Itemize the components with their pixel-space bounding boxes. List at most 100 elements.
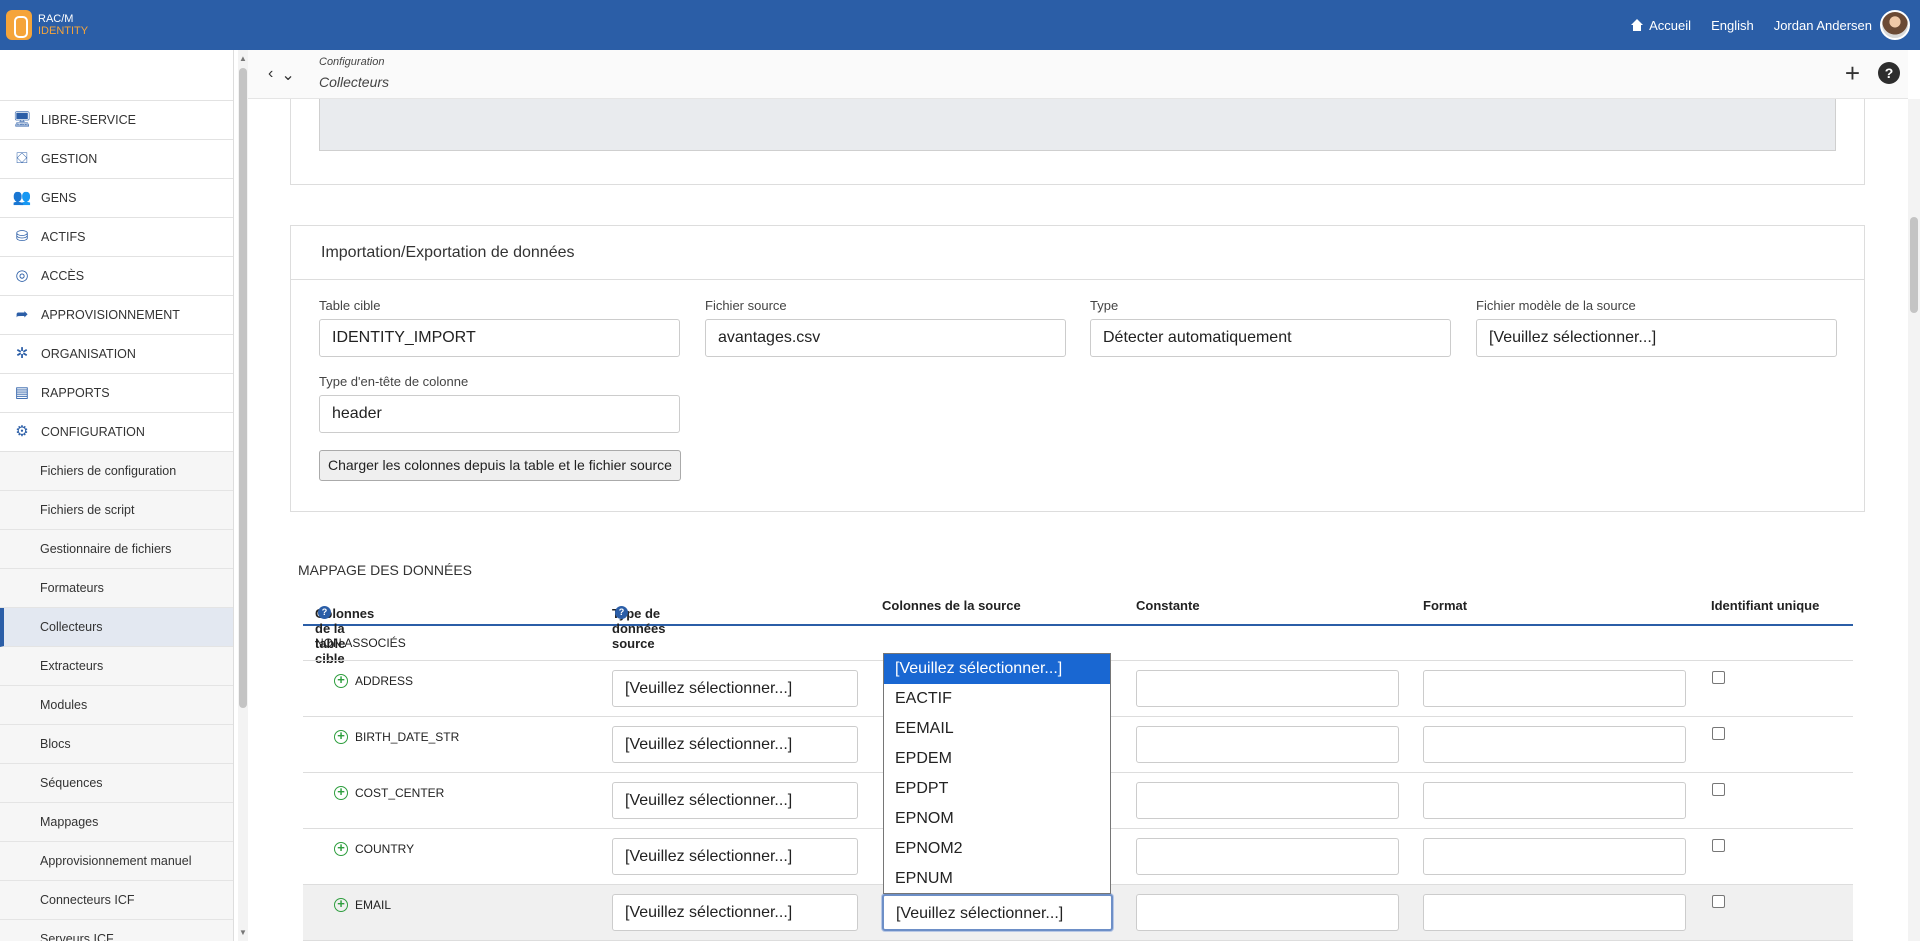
- sidebar-item-label: ORGANISATION: [41, 347, 136, 361]
- header-source-columns: Colonnes de la source: [882, 598, 1021, 613]
- add-circle-icon[interactable]: +: [334, 729, 348, 744]
- sidebar-subitem-fichiers-script[interactable]: Fichiers de script: [0, 491, 233, 530]
- source-type-select[interactable]: [Veuillez sélectionner...]: [612, 838, 858, 875]
- dropdown-option[interactable]: EEMAIL: [884, 714, 1110, 744]
- type-label: Type: [1090, 298, 1119, 313]
- format-input[interactable]: [1423, 726, 1686, 763]
- source-type-select[interactable]: [Veuillez sélectionner...]: [612, 726, 858, 763]
- dropdown-option[interactable]: EPNUM: [884, 864, 1110, 894]
- dropdown-option[interactable]: EACTIF: [884, 684, 1110, 714]
- user-menu[interactable]: Jordan Andersen: [1774, 10, 1920, 40]
- page-title: Collecteurs: [319, 74, 390, 90]
- add-circle-icon[interactable]: +: [334, 897, 348, 912]
- fingerprint-icon: ◎: [15, 267, 29, 284]
- toolbox-icon: ⛋: [16, 150, 28, 167]
- scroll-down-icon[interactable]: ▼: [239, 928, 247, 937]
- sidebar-scroll-thumb[interactable]: [239, 68, 247, 708]
- main-scroll-thumb[interactable]: [1910, 217, 1918, 313]
- sidebar-subitem-modules[interactable]: Modules: [0, 686, 233, 725]
- user-name: Jordan Andersen: [1773, 17, 1872, 33]
- header-type-select[interactable]: header: [319, 395, 680, 433]
- add-circle-icon[interactable]: +: [334, 785, 348, 800]
- sidebar-item-label: RAPPORTS: [41, 386, 110, 400]
- constant-input[interactable]: [1136, 894, 1399, 931]
- unique-id-checkbox[interactable]: [1712, 783, 1725, 796]
- breadcrumb-parent[interactable]: Configuration: [319, 56, 384, 68]
- dropdown-option[interactable]: [Veuillez sélectionner...]: [884, 654, 1110, 684]
- info-icon[interactable]: ?: [318, 606, 331, 619]
- app-logo[interactable]: RAC/M IDENTITY: [6, 10, 88, 40]
- type-select[interactable]: Détecter automatiquement: [1090, 319, 1451, 357]
- sidebar-subitem-sequences[interactable]: Séquences: [0, 764, 233, 803]
- logo-text-line2: IDENTITY: [38, 25, 89, 37]
- chevron-down-icon[interactable]: ⌄: [281, 65, 294, 85]
- source-type-select[interactable]: [Veuillez sélectionner...]: [612, 670, 858, 707]
- unique-id-checkbox[interactable]: [1712, 671, 1725, 684]
- description-panel: [290, 99, 1865, 185]
- source-file-field[interactable]: avantages.csv: [705, 319, 1066, 357]
- add-circle-icon[interactable]: +: [334, 841, 348, 856]
- sidebar-item-label: LIBRE-SERVICE: [41, 113, 136, 127]
- format-input[interactable]: [1423, 894, 1686, 931]
- sidebar-item-configuration[interactable]: ⚙ CONFIGURATION: [0, 413, 233, 452]
- unique-id-checkbox[interactable]: [1712, 727, 1725, 740]
- sidebar-item-label: APPROVISIONNEMENT: [41, 308, 180, 322]
- sidebar-item-rapports[interactable]: ▤ RAPPORTS: [0, 374, 233, 413]
- add-circle-icon[interactable]: +: [334, 673, 348, 688]
- language-link[interactable]: English: [1711, 18, 1754, 33]
- sidebar-item-actifs[interactable]: ⛁ ACTIFS: [0, 218, 233, 257]
- target-table-label: Table cible: [319, 298, 381, 313]
- unique-id-checkbox[interactable]: [1712, 839, 1725, 852]
- row-target-column: BIRTH_DATE_STR: [355, 730, 460, 744]
- add-icon[interactable]: +: [1845, 60, 1860, 86]
- constant-input[interactable]: [1136, 782, 1399, 819]
- constant-input[interactable]: [1136, 670, 1399, 707]
- home-label: Accueil: [1649, 17, 1692, 33]
- home-link[interactable]: Accueil: [1630, 18, 1691, 33]
- scroll-up-icon[interactable]: ▲: [239, 54, 247, 63]
- sidebar-scrollbar[interactable]: ▲ ▼: [238, 50, 248, 941]
- source-type-select[interactable]: [Veuillez sélectionner...]: [612, 894, 858, 931]
- home-icon: [1630, 19, 1644, 31]
- load-columns-button[interactable]: Charger les colonnes depuis la table et …: [319, 450, 681, 481]
- sidebar-subitem-blocs[interactable]: Blocs: [0, 725, 233, 764]
- format-input[interactable]: [1423, 782, 1686, 819]
- sidebar-subitem-extracteurs[interactable]: Extracteurs: [0, 647, 233, 686]
- sidebar-subitem-formateurs[interactable]: Formateurs: [0, 569, 233, 608]
- sidebar-item-gens[interactable]: 👥 GENS: [0, 179, 233, 218]
- dropdown-option[interactable]: EPNOM: [884, 804, 1110, 834]
- monitor-icon: 🖥: [12, 111, 32, 128]
- sidebar-subitem-collecteurs[interactable]: Collecteurs: [0, 608, 233, 647]
- sidebar-subitem-mappages[interactable]: Mappages: [0, 803, 233, 842]
- sidebar-subitem-fichiers-configuration[interactable]: Fichiers de configuration: [0, 452, 233, 491]
- sidebar-item-libre-service[interactable]: 🖥 LIBRE-SERVICE: [0, 101, 233, 140]
- sidebar-item-acces[interactable]: ◎ ACCÈS: [0, 257, 233, 296]
- constant-input[interactable]: [1136, 838, 1399, 875]
- unique-id-checkbox[interactable]: [1712, 895, 1725, 908]
- sidebar-subitem-serveurs-icf[interactable]: Serveurs ICF: [0, 920, 233, 941]
- target-table-field[interactable]: IDENTITY_IMPORT: [319, 319, 680, 357]
- header-unique-id: Identifiant unique: [1711, 598, 1820, 613]
- description-textarea[interactable]: [319, 99, 1836, 151]
- sidebar-item-organisation[interactable]: ✲ ORGANISATION: [0, 335, 233, 374]
- constant-input[interactable]: [1136, 726, 1399, 763]
- header-constant: Constante: [1136, 598, 1200, 613]
- dropdown-option[interactable]: EPNOM2: [884, 834, 1110, 864]
- sidebar-subitem-connecteurs-icf[interactable]: Connecteurs ICF: [0, 881, 233, 920]
- sidebar-item-approvisionnement[interactable]: ➦ APPROVISIONNEMENT: [0, 296, 233, 335]
- format-input[interactable]: [1423, 670, 1686, 707]
- main-scrollbar[interactable]: [1908, 99, 1920, 941]
- dropdown-option[interactable]: EPDPT: [884, 774, 1110, 804]
- template-file-select[interactable]: [Veuillez sélectionner...]: [1476, 319, 1837, 357]
- back-icon[interactable]: ‹: [268, 65, 273, 85]
- format-input[interactable]: [1423, 838, 1686, 875]
- info-icon[interactable]: ?: [615, 606, 628, 619]
- help-icon[interactable]: ?: [1878, 62, 1900, 84]
- dropdown-option[interactable]: EPDEM: [884, 744, 1110, 774]
- source-file-label: Fichier source: [705, 298, 787, 313]
- source-type-select[interactable]: [Veuillez sélectionner...]: [612, 782, 858, 819]
- sidebar-subitem-gestionnaire-fichiers[interactable]: Gestionnaire de fichiers: [0, 530, 233, 569]
- source-column-select[interactable]: [Veuillez sélectionner...]: [882, 894, 1113, 931]
- sidebar-item-gestion[interactable]: ⛋ GESTION: [0, 140, 233, 179]
- sidebar-subitem-approvisionnement-manuel[interactable]: Approvisionnement manuel: [0, 842, 233, 881]
